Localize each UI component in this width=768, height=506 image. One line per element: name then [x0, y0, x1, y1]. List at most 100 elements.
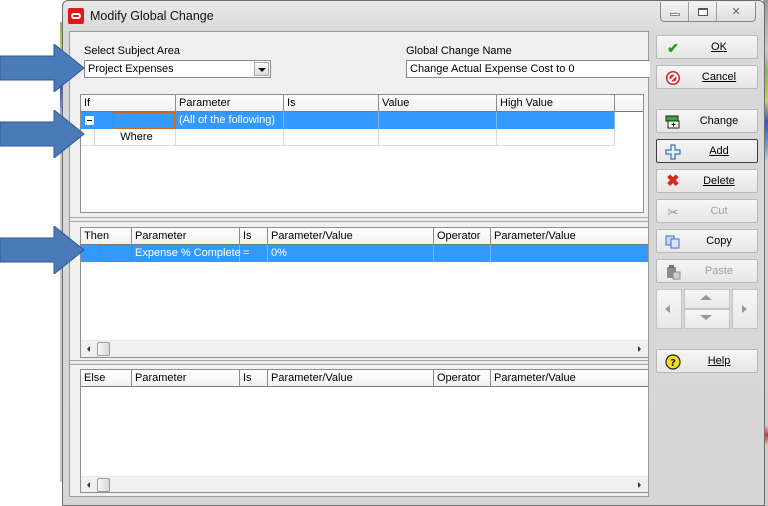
column-header-parameter-value-2[interactable]: Parameter/Value	[491, 370, 648, 387]
arrow-down-icon	[700, 315, 712, 320]
table-row[interactable]: Where	[81, 129, 615, 146]
cell-high-value[interactable]	[497, 112, 615, 129]
column-header-parameter-value[interactable]: Parameter/Value	[268, 228, 434, 245]
splitter-then-else[interactable]	[70, 360, 648, 365]
ok-button[interactable]: ✔ OK	[656, 35, 758, 59]
window-title: Modify Global Change	[90, 9, 214, 23]
scroll-right-icon[interactable]	[638, 482, 641, 488]
column-header-filler	[615, 95, 643, 112]
subject-area-value: Project Expenses	[88, 63, 174, 75]
column-header-parameter-value-2[interactable]: Parameter/Value	[491, 228, 648, 245]
paste-button-label: Paste	[704, 265, 734, 277]
column-header-parameter[interactable]: Parameter	[176, 95, 284, 112]
close-icon: ✕	[731, 6, 741, 18]
arrow-up-icon	[700, 295, 712, 300]
focused-cell[interactable]	[99, 245, 132, 262]
table-row[interactable]: Expense % Complete = 0%	[81, 245, 648, 262]
cell-parameter-value[interactable]: 0%	[268, 245, 434, 262]
splitter-if-then[interactable]	[70, 217, 648, 222]
arrow-right-icon	[742, 305, 747, 313]
scroll-left-icon[interactable]	[87, 482, 90, 488]
annotation-arrow-subject-area	[0, 44, 85, 92]
checkmark-icon: ✔	[667, 40, 679, 56]
maximize-button[interactable]	[689, 2, 718, 21]
global-change-name-input[interactable]: Change Actual Expense Cost to 0	[406, 60, 650, 78]
move-right-button[interactable]	[732, 289, 758, 329]
copy-button[interactable]: Copy	[656, 229, 758, 253]
column-header-is[interactable]: Is	[240, 370, 268, 387]
paste-icon	[665, 264, 681, 280]
close-button[interactable]: ✕	[717, 2, 755, 21]
column-header-is[interactable]: Is	[284, 95, 379, 112]
move-navigation-pad	[656, 289, 758, 329]
title-bar[interactable]: Modify Global Change ✕	[63, 1, 764, 31]
copy-icon	[665, 234, 681, 250]
cancel-button[interactable]: Cancel	[656, 65, 758, 89]
scroll-right-icon[interactable]	[638, 346, 641, 352]
cancel-button-label: Cancel	[701, 71, 737, 83]
column-header-parameter-value[interactable]: Parameter/Value	[268, 370, 434, 387]
paste-button[interactable]: Paste	[656, 259, 758, 283]
move-up-button[interactable]	[684, 289, 730, 309]
screen: Modify Global Change ✕ Select Subject Ar…	[0, 0, 768, 506]
scroll-thumb[interactable]	[97, 478, 110, 492]
cell-is[interactable]	[284, 129, 379, 146]
column-header-high-value[interactable]: High Value	[497, 95, 615, 112]
column-header-else[interactable]: Else	[81, 370, 132, 387]
dialog-body: Select Subject Area Project Expenses Glo…	[69, 31, 650, 497]
move-left-button[interactable]	[656, 289, 682, 329]
else-horizontal-scrollbar[interactable]	[81, 476, 648, 492]
help-icon: ?	[665, 354, 681, 370]
else-grid-header: Else Parameter Is Parameter/Value Operat…	[81, 370, 648, 387]
cell-value[interactable]	[379, 112, 497, 129]
else-actions-grid[interactable]: Else Parameter Is Parameter/Value Operat…	[80, 369, 648, 493]
copy-button-label: Copy	[706, 235, 732, 247]
help-button[interactable]: ? Help	[656, 349, 758, 373]
chevron-down-icon[interactable]	[254, 62, 269, 76]
column-header-parameter[interactable]: Parameter	[132, 370, 240, 387]
scroll-left-icon[interactable]	[87, 346, 90, 352]
app-logo-icon	[68, 8, 84, 24]
cell-parameter[interactable]	[176, 129, 284, 146]
column-header-then[interactable]: Then	[81, 228, 132, 245]
cancel-icon	[665, 70, 681, 86]
annotation-arrow-then-row	[0, 226, 85, 274]
cell-high-value[interactable]	[497, 129, 615, 146]
help-button-label: Help	[707, 355, 731, 367]
subject-area-select[interactable]: Project Expenses	[84, 60, 271, 78]
column-header-value[interactable]: Value	[379, 95, 497, 112]
column-header-operator[interactable]: Operator	[434, 370, 491, 387]
column-header-if[interactable]: If	[81, 95, 176, 112]
cell-is[interactable]	[284, 112, 379, 129]
delete-button[interactable]: ✖ Delete	[656, 169, 758, 193]
change-button-label: Change	[699, 115, 739, 127]
minimize-button[interactable]	[661, 2, 690, 21]
focused-cell[interactable]	[113, 112, 175, 129]
window-controls: ✕	[660, 2, 756, 22]
column-header-is[interactable]: Is	[240, 228, 268, 245]
add-button[interactable]: Add	[656, 139, 758, 163]
then-horizontal-scrollbar[interactable]	[81, 340, 648, 357]
cell-is[interactable]: =	[240, 245, 268, 262]
cell-value[interactable]	[379, 129, 497, 146]
global-change-name-value: Change Actual Expense Cost to 0	[410, 63, 575, 75]
if-conditions-grid[interactable]: If Parameter Is Value High Value (All of…	[80, 94, 644, 213]
cell-if[interactable]: Where	[95, 129, 176, 146]
move-down-button[interactable]	[684, 309, 730, 329]
column-header-operator[interactable]: Operator	[434, 228, 491, 245]
add-button-label: Add	[709, 145, 729, 157]
cell-parameter[interactable]: (All of the following)	[176, 112, 284, 129]
cut-button[interactable]: ✂ Cut	[656, 199, 758, 223]
delete-button-label: Delete	[703, 175, 735, 187]
scroll-thumb[interactable]	[97, 342, 110, 356]
cell-parameter[interactable]: Expense % Complete	[132, 245, 241, 262]
cell-parameter-value-2[interactable]	[491, 245, 648, 262]
cell-operator[interactable]	[434, 245, 491, 262]
svg-text:?: ?	[670, 358, 676, 369]
change-button[interactable]: Change	[656, 109, 758, 133]
table-row[interactable]: (All of the following)	[81, 112, 615, 129]
then-actions-grid[interactable]: Then Parameter Is Parameter/Value Operat…	[80, 227, 648, 358]
if-grid-header: If Parameter Is Value High Value	[81, 95, 643, 112]
column-header-parameter[interactable]: Parameter	[132, 228, 240, 245]
collapse-icon[interactable]	[85, 116, 94, 125]
